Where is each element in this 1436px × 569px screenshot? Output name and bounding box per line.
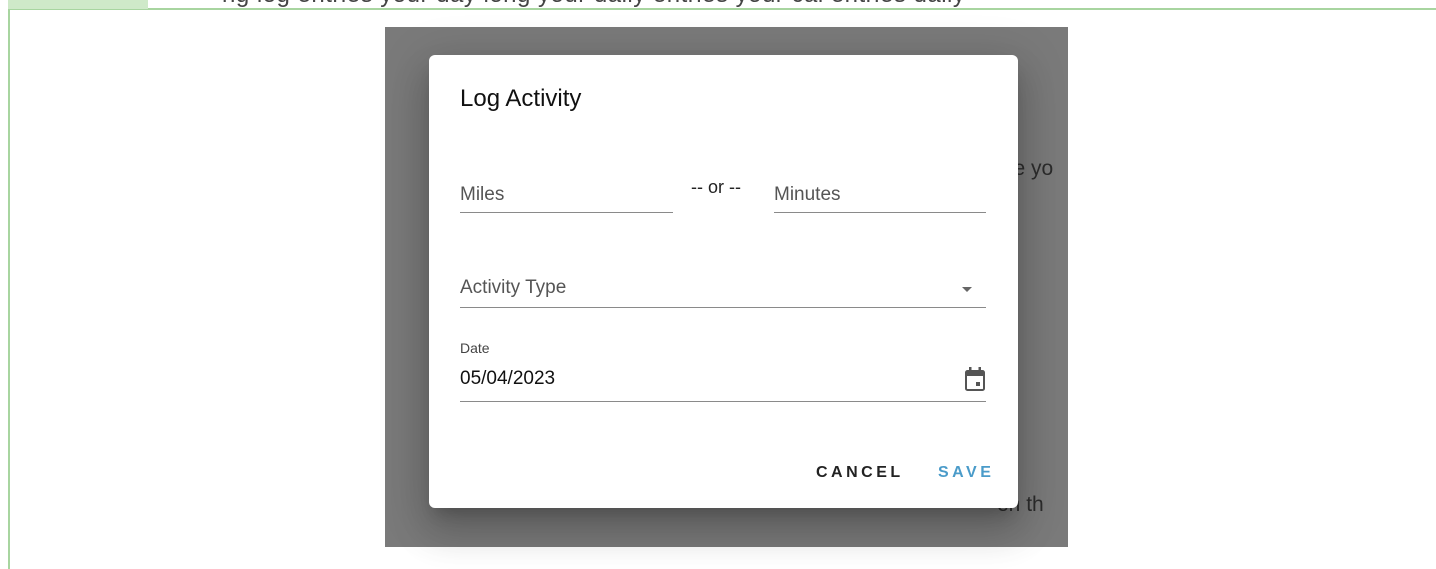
dialog-title: Log Activity bbox=[460, 85, 582, 112]
minutes-placeholder: Minutes bbox=[774, 184, 841, 205]
chevron-down-icon[interactable] bbox=[962, 287, 972, 292]
top-tab[interactable] bbox=[8, 0, 148, 9]
miles-placeholder: Miles bbox=[460, 184, 505, 205]
activity-type-placeholder: Activity Type bbox=[460, 277, 567, 298]
calendar-icon[interactable] bbox=[964, 366, 986, 392]
miles-input[interactable]: Miles bbox=[460, 172, 673, 214]
top-strip: ng log entries your day long your daily … bbox=[0, 0, 1436, 9]
save-button[interactable]: SAVE bbox=[938, 464, 994, 482]
activity-type-select[interactable]: Activity Type bbox=[460, 265, 986, 309]
date-input[interactable]: Date 05/04/2023 bbox=[460, 338, 986, 403]
miles-underline bbox=[460, 212, 673, 213]
minutes-input[interactable]: Minutes bbox=[774, 172, 986, 214]
background-top-text: ng log entries your day long your daily … bbox=[222, 0, 965, 9]
date-value[interactable]: 05/04/2023 bbox=[460, 368, 555, 390]
or-separator: -- or -- bbox=[691, 177, 741, 197]
date-underline bbox=[460, 401, 986, 402]
minutes-underline bbox=[774, 212, 986, 213]
log-activity-dialog: Log Activity Miles -- or -- Minutes Acti… bbox=[429, 55, 1018, 508]
activity-type-underline bbox=[460, 307, 986, 308]
date-label: Date bbox=[460, 340, 490, 356]
cancel-button[interactable]: CANCEL bbox=[816, 464, 904, 482]
